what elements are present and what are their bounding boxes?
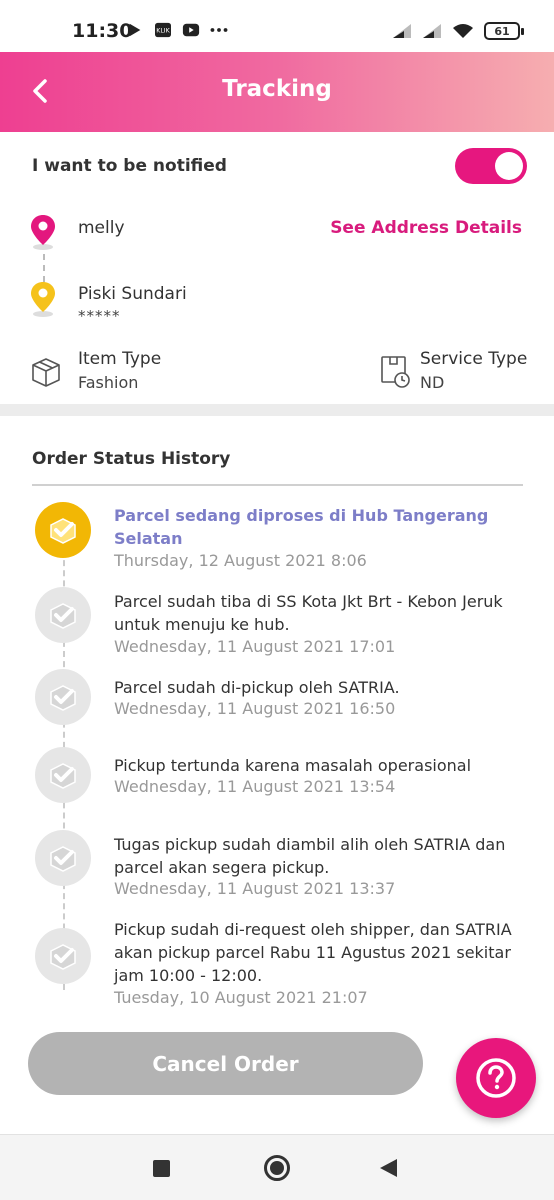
signal-2-icon [423, 24, 441, 38]
signal-1-icon [393, 24, 411, 38]
sender-name: melly [78, 218, 125, 238]
status-badge-done [35, 830, 91, 886]
status-entry-time: Wednesday, 11 August 2021 13:37 [114, 879, 396, 898]
status-entry-time: Tuesday, 10 August 2021 21:07 [114, 988, 368, 1007]
more-dots-icon [210, 28, 228, 32]
status-badge-done [35, 928, 91, 984]
status-bar: 11:30 KLIK 61 [0, 0, 554, 52]
status-entry-text: Parcel sudah tiba di SS Kota Jkt Brt - K… [114, 592, 503, 634]
package-box-icon [32, 358, 60, 387]
help-question-icon [476, 1058, 516, 1098]
recent-apps-button[interactable] [153, 1160, 170, 1177]
status-badge-active [35, 502, 91, 558]
item-type-value: Fashion [78, 373, 139, 392]
cancel-order-button[interactable]: Cancel Order [28, 1032, 423, 1095]
item-type-label: Item Type [78, 349, 162, 369]
sender-pin-icon [31, 215, 55, 250]
svg-text:KLIK: KLIK [156, 28, 170, 35]
check-box-icon [50, 603, 76, 629]
status-right-icons: 61 [392, 22, 524, 40]
status-entry-time: Thursday, 12 August 2021 8:06 [114, 551, 367, 570]
check-box-icon [50, 685, 76, 711]
page-title: Tracking [222, 76, 332, 102]
system-back-button[interactable] [380, 1159, 397, 1177]
status-time: 11:30 [72, 20, 133, 42]
system-nav-bar [0, 1134, 554, 1200]
youtube-icon [182, 23, 200, 37]
service-type-value: ND [420, 373, 445, 392]
check-box-icon [50, 846, 76, 872]
check-box-icon [50, 944, 76, 970]
status-entry-text: Parcel sedang diproses di Hub Tangerang … [114, 506, 489, 548]
status-entry-time: Wednesday, 11 August 2021 17:01 [114, 637, 396, 656]
address-connector [43, 254, 45, 282]
notify-toggle[interactable] [455, 148, 527, 184]
see-address-details-link[interactable]: See Address Details [330, 218, 522, 238]
status-badge-done [35, 587, 91, 643]
battery-icon: 61 [484, 22, 524, 40]
battery-level: 61 [494, 24, 510, 38]
notify-label: I want to be notified [32, 156, 227, 176]
order-status-title: Order Status History [32, 449, 231, 469]
home-button[interactable] [264, 1155, 290, 1181]
receiver-pin-icon [31, 282, 55, 317]
status-entry-text: Pickup sudah di-request oleh shipper, da… [114, 920, 512, 985]
receiver-name: Piski Sundari [78, 284, 187, 304]
status-left-icons: KLIK [126, 22, 228, 38]
status-entry-time: Wednesday, 11 August 2021 13:54 [114, 777, 396, 796]
play-store-icon [129, 23, 141, 37]
help-button[interactable] [456, 1038, 536, 1118]
status-badge-done [35, 747, 91, 803]
service-type-label: Service Type [420, 349, 528, 369]
order-status-underline [32, 484, 523, 486]
check-box-icon [50, 763, 76, 789]
wifi-icon [453, 24, 473, 38]
status-entry-text: Tugas pickup sudah diambil alih oleh SAT… [114, 835, 506, 877]
status-badge-done [35, 669, 91, 725]
receiver-detail: ***** [78, 307, 121, 325]
section-divider [0, 404, 554, 416]
check-box-icon [50, 518, 76, 544]
toggle-knob [495, 152, 523, 180]
status-entry-text: Pickup tertunda karena masalah operasion… [114, 756, 472, 775]
service-box-clock-icon [381, 356, 410, 388]
klik-icon: KLIK [155, 22, 171, 38]
status-entry-time: Wednesday, 11 August 2021 16:50 [114, 699, 396, 718]
status-entry-text: Parcel sudah di-pickup oleh SATRIA. [114, 678, 400, 697]
app-header: Tracking [0, 52, 554, 132]
